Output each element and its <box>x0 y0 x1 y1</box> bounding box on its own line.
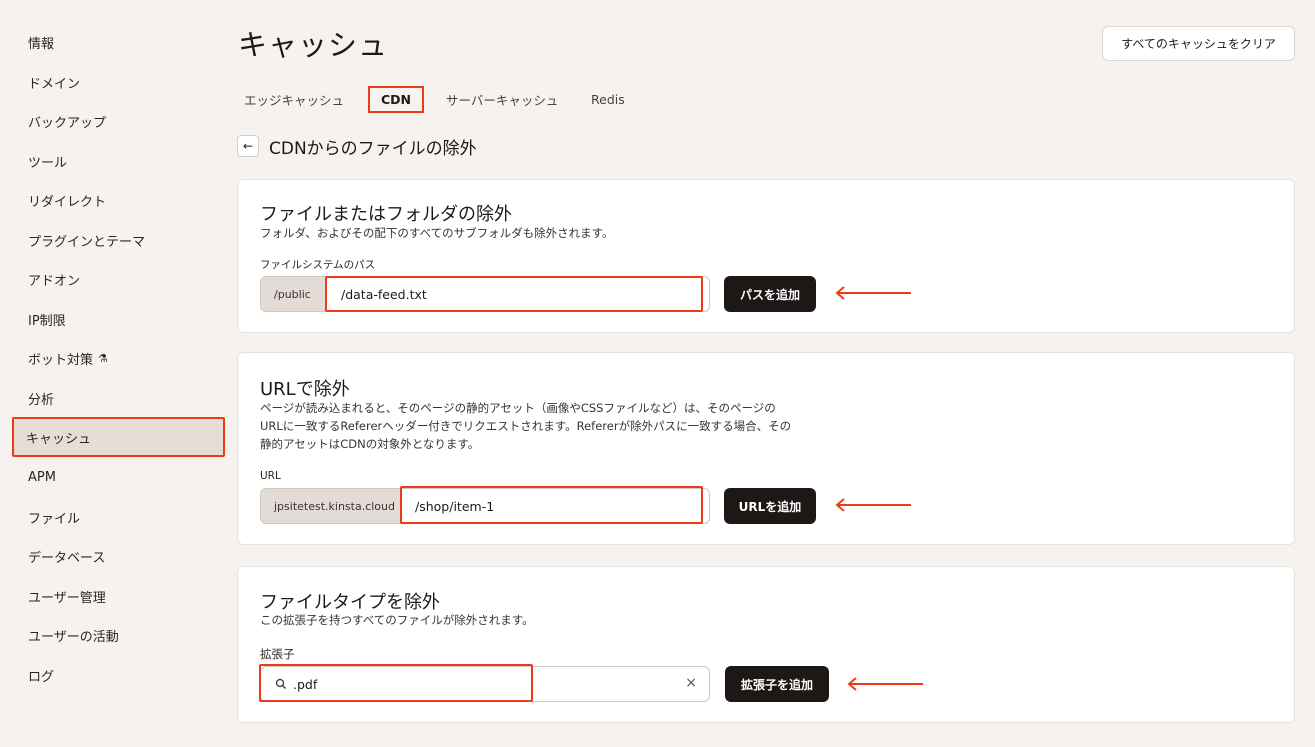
add-url-button[interactable]: URLを追加 <box>724 488 816 524</box>
tab-label: Redis <box>591 92 625 107</box>
sidebar-item-label: IP制限 <box>28 313 66 329</box>
sidebar-item-label: バックアップ <box>28 115 107 131</box>
sidebar-item-analytics[interactable]: 分析 <box>14 378 224 418</box>
card-description-line-2: URLに一致するRefererヘッダー付きでリクエストされます。Refererが… <box>260 419 792 433</box>
sidebar-item-ip-deny[interactable]: IP制限 <box>14 299 224 339</box>
url-prefix: jpsitetest.kinsta.cloud <box>261 489 401 523</box>
sidebar-item-label: データベース <box>28 550 106 566</box>
field-label: ファイルシステムのパス <box>260 259 376 271</box>
sidebar-item-info[interactable]: 情報 <box>14 22 224 62</box>
sidebar-item-cache[interactable]: キャッシュ <box>12 417 225 457</box>
card-description-line-3: 静的アセットはCDNの対象外となります。 <box>260 437 480 451</box>
sidebar-item-label: アドオン <box>28 273 81 289</box>
search-icon <box>275 678 286 689</box>
sidebar-item-domains[interactable]: ドメイン <box>14 62 224 102</box>
section-title: CDNからのファイルの除外 <box>269 139 477 159</box>
sidebar-item-label: ユーザーの活動 <box>28 629 119 645</box>
sidebar-item-label: 分析 <box>28 392 55 408</box>
sidebar-item-tools[interactable]: ツール <box>14 141 224 181</box>
tab-redis[interactable]: Redis <box>591 86 625 113</box>
sidebar-item-addons[interactable]: アドオン <box>14 259 224 299</box>
sidebar-item-user-activity[interactable]: ユーザーの活動 <box>14 615 224 655</box>
file-type-exclusion-card: ファイルタイプを除外 この拡張子を持つすべてのファイルが除外されます。 拡張子 … <box>237 566 1295 723</box>
file-folder-exclusion-card: ファイルまたはフォルダの除外 フォルダ、およびその配下のすべてのサブフォルダも除… <box>237 179 1295 333</box>
tab-edge-cache[interactable]: エッジキャッシュ <box>244 86 344 113</box>
card-description: フォルダ、およびその配下のすべてのサブフォルダも除外されます。 <box>260 226 614 240</box>
clear-all-cache-button[interactable]: すべてのキャッシュをクリア <box>1102 26 1295 61</box>
sidebar-item-backups[interactable]: バックアップ <box>14 101 224 141</box>
arrow-left-icon: ← <box>242 139 254 153</box>
sidebar: 情報 ドメイン バックアップ ツール リダイレクト プラグインとテーマ アドオン… <box>0 0 228 747</box>
tab-server-cache[interactable]: サーバーキャッシュ <box>446 86 558 113</box>
extension-input[interactable] <box>261 667 709 701</box>
sidebar-item-label: ファイル <box>28 511 81 527</box>
tab-label: エッジキャッシュ <box>244 93 345 108</box>
sidebar-item-files[interactable]: ファイル <box>14 497 224 537</box>
path-input[interactable] <box>327 277 709 311</box>
tab-label: サーバーキャッシュ <box>446 93 559 108</box>
tab-cdn[interactable]: CDN <box>368 86 425 113</box>
tab-label: CDN <box>381 92 412 107</box>
field-label: 拡張子 <box>260 647 295 661</box>
flask-icon: ⚗ <box>98 351 108 365</box>
sidebar-item-plugins-themes[interactable]: プラグインとテーマ <box>14 220 224 260</box>
card-title: URLで除外 <box>260 379 350 400</box>
card-description: この拡張子を持つすべてのファイルが除外されます。 <box>260 613 534 627</box>
sidebar-item-label: プラグインとテーマ <box>28 234 146 250</box>
sidebar-item-label: ボット対策 <box>28 352 94 368</box>
arrow-left-icon <box>847 677 923 691</box>
url-exclusion-card: URLで除外 ページが読み込まれると、そのページの静的アセット（画像やCSSファ… <box>237 352 1295 545</box>
sidebar-item-apm[interactable]: APM <box>14 457 224 497</box>
sidebar-item-label: ツール <box>28 155 68 171</box>
sidebar-item-bot-protection[interactable]: ボット対策 ⚗ <box>14 338 224 378</box>
page-title: キャッシュ <box>238 28 389 62</box>
close-icon[interactable]: × <box>685 675 697 691</box>
sidebar-item-user-management[interactable]: ユーザー管理 <box>14 576 224 616</box>
arrow-left-icon <box>835 498 911 512</box>
field-label: URL <box>260 470 281 482</box>
extension-field: × <box>260 666 710 702</box>
card-title: ファイルまたはフォルダの除外 <box>260 204 512 225</box>
sidebar-item-database[interactable]: データベース <box>14 536 224 576</box>
url-input[interactable] <box>401 489 709 523</box>
sidebar-item-label: キャッシュ <box>26 431 92 447</box>
sidebar-item-label: ユーザー管理 <box>28 590 106 606</box>
sidebar-item-label: ドメイン <box>28 76 81 92</box>
sidebar-item-logs[interactable]: ログ <box>14 655 224 695</box>
path-field: /public <box>260 276 710 312</box>
sidebar-item-redirects[interactable]: リダイレクト <box>14 180 224 220</box>
sidebar-item-label: リダイレクト <box>28 194 107 210</box>
add-path-button[interactable]: パスを追加 <box>724 276 816 312</box>
arrow-left-icon <box>835 286 911 300</box>
path-prefix: /public <box>261 277 327 311</box>
sidebar-item-label: ログ <box>28 669 55 685</box>
sidebar-item-label: APM <box>28 469 56 485</box>
sidebar-item-label: 情報 <box>28 36 55 52</box>
back-button[interactable]: ← <box>237 135 259 157</box>
url-field: jpsitetest.kinsta.cloud <box>260 488 710 524</box>
card-description-line-1: ページが読み込まれると、そのページの静的アセット（画像やCSSファイルなど）は、… <box>260 401 776 415</box>
add-extension-button[interactable]: 拡張子を追加 <box>725 666 829 702</box>
